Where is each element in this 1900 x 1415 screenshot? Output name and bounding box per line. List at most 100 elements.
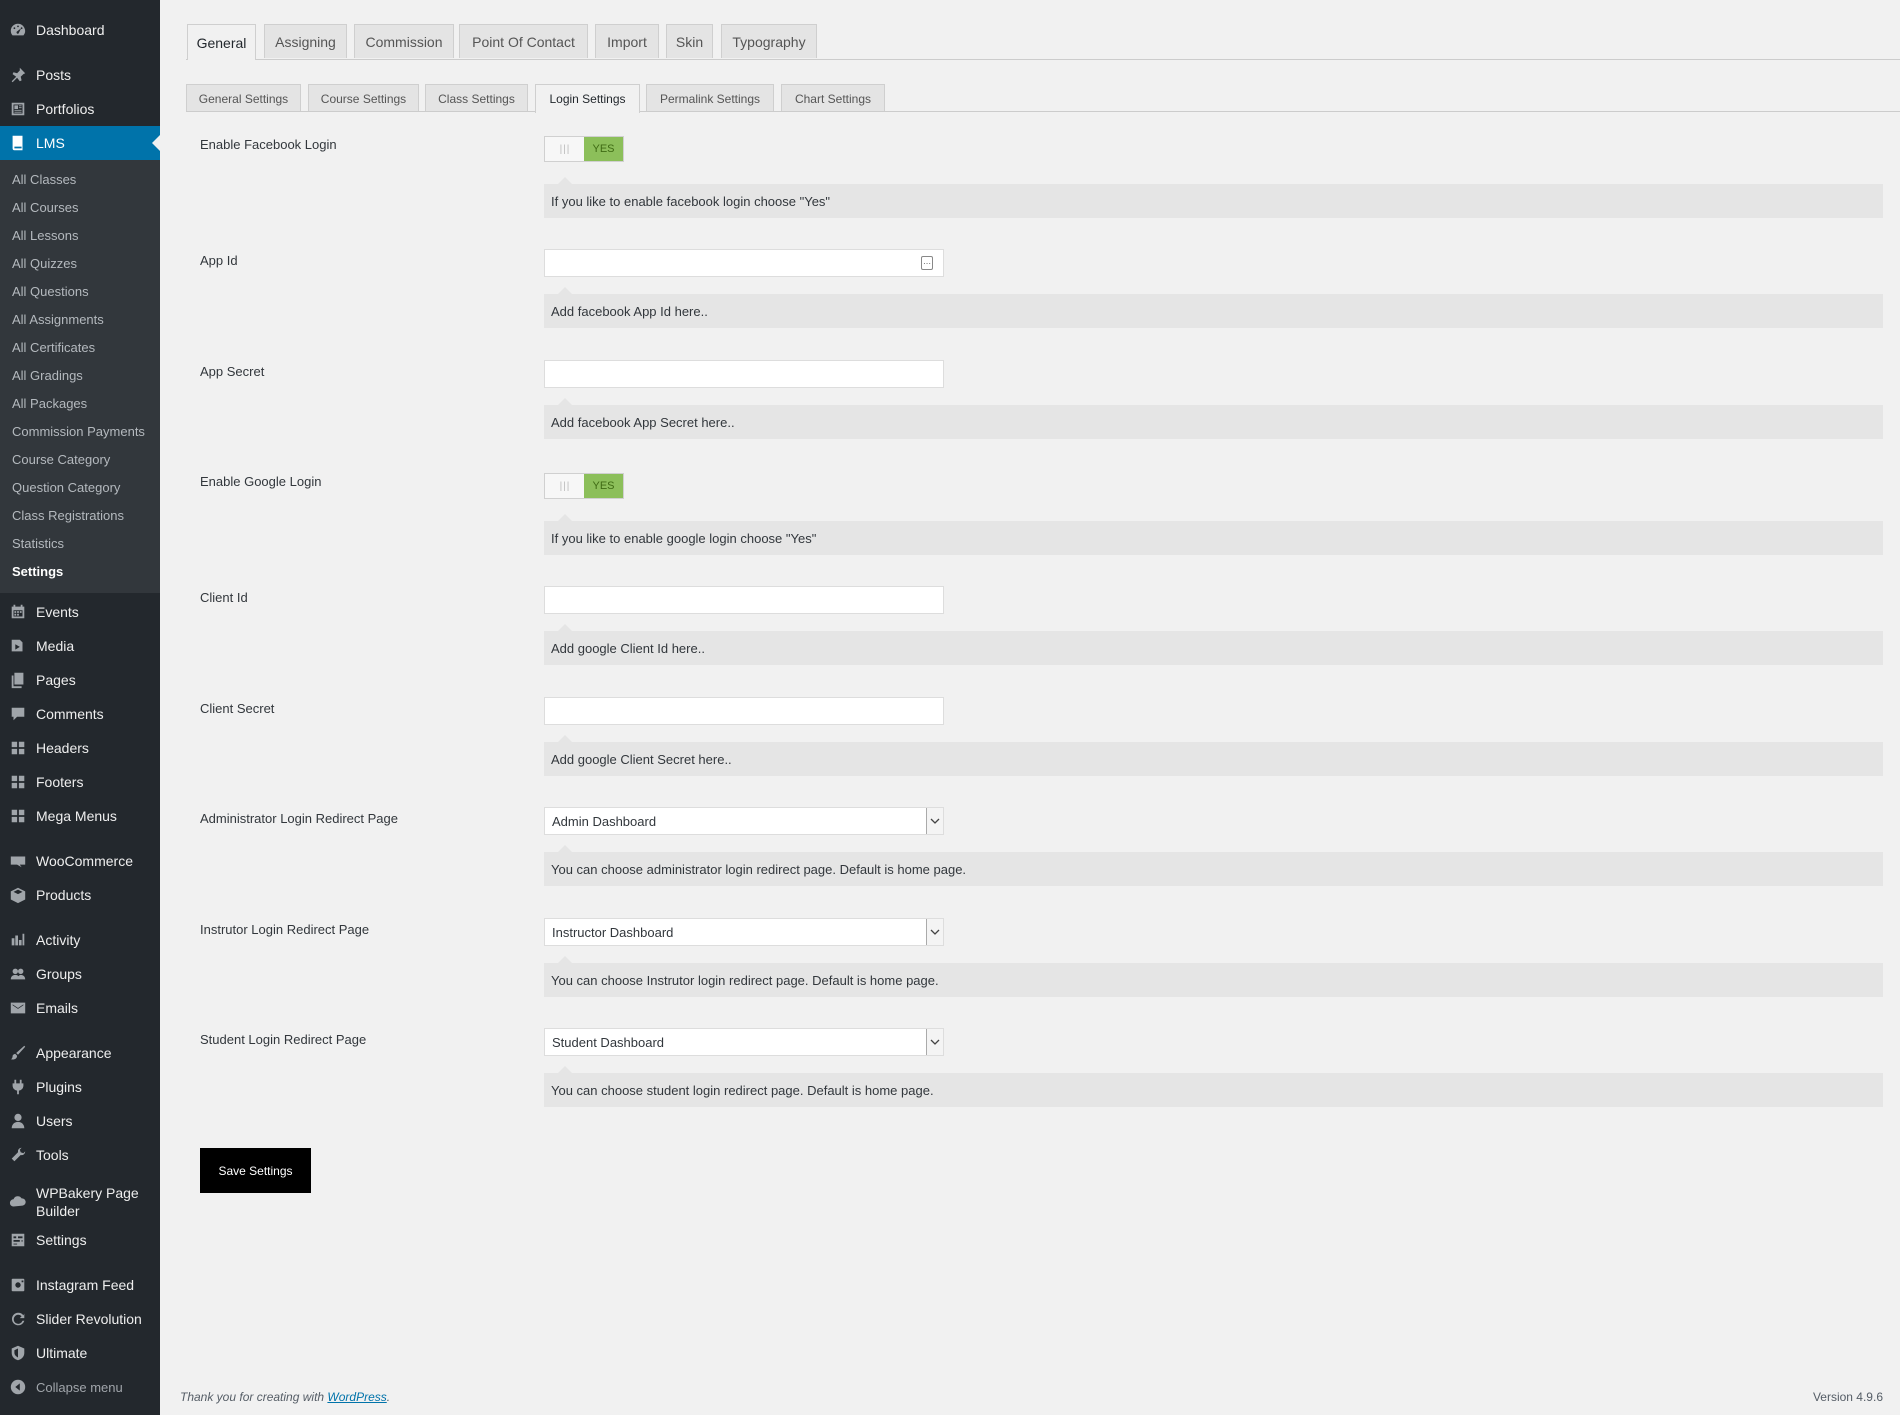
app-id-input[interactable] [544,249,944,277]
admin-redirect-select[interactable]: Admin Dashboard [544,807,944,835]
save-settings-button[interactable]: Save Settings [200,1148,311,1193]
wordpress-link[interactable]: WordPress [327,1390,386,1404]
instructor-redirect-select[interactable]: Instructor Dashboard [544,918,944,946]
tab-assigning[interactable]: Assigning [264,24,347,58]
student-redirect-label: Student Login Redirect Page [200,1032,367,1047]
client-secret-input[interactable] [544,697,944,725]
menu-posts[interactable]: Posts [0,58,160,92]
menu-media[interactable]: Media [0,629,160,663]
chevron-down-icon[interactable] [926,919,943,945]
toggle-grip: ||| [545,137,586,161]
admin-redirect-description: You can choose administrator login redir… [544,845,1883,886]
menu-activity[interactable]: Activity [0,923,160,957]
submenu-all-quizzes[interactable]: All Quizzes [12,254,77,274]
submenu-all-courses[interactable]: All Courses [12,198,78,218]
menu-slider-revolution[interactable]: Slider Revolution [0,1302,160,1336]
app-secret-input[interactable] [544,360,944,388]
google-login-toggle[interactable]: ||| YES [544,473,624,499]
chevron-down-icon[interactable] [926,1029,943,1055]
submenu-all-questions[interactable]: All Questions [12,282,89,302]
google-login-description: If you like to enable google login choos… [544,514,1883,555]
plug-icon [0,1078,36,1096]
subtab-class-settings[interactable]: Class Settings [425,84,528,112]
menu-users[interactable]: Users [0,1104,160,1138]
submenu-course-category[interactable]: Course Category [12,450,110,470]
menu-dashboard[interactable]: Dashboard [0,13,160,47]
tab-typography[interactable]: Typography [721,24,817,58]
version-label: Version 4.9.6 [1812,1390,1883,1404]
menu-groups[interactable]: Groups [0,957,160,991]
subtab-chart-settings[interactable]: Chart Settings [781,84,885,112]
submenu-class-registrations[interactable]: Class Registrations [12,506,124,526]
menu-lms[interactable]: LMS [0,126,160,160]
tab-general[interactable]: General [187,24,256,60]
menu-appearance[interactable]: Appearance [0,1036,160,1070]
subtab-course-settings[interactable]: Course Settings [308,84,419,112]
menu-pages[interactable]: Pages [0,663,160,697]
submenu-all-classes[interactable]: All Classes [12,170,76,190]
comment-icon [0,705,36,723]
menu-label: Plugins [36,1079,82,1095]
tab-commission[interactable]: Commission [354,24,454,58]
footer-thanks-suffix: . [386,1390,391,1404]
menu-label: Pages [36,672,76,688]
facebook-login-toggle[interactable]: ||| YES [544,136,624,162]
tabs-divider [186,59,1900,60]
menu-plugins[interactable]: Plugins [0,1070,160,1104]
menu-woocommerce[interactable]: WooCommerce [0,844,160,878]
menu-ultimate[interactable]: Ultimate [0,1336,160,1370]
menu-comments[interactable]: Comments [0,697,160,731]
user-icon [0,1112,36,1130]
menu-tools[interactable]: Tools [0,1138,160,1172]
book-icon [0,134,36,152]
menu-label: Portfolios [36,101,95,117]
dashboard-icon [0,21,36,39]
menu-label: Appearance [36,1045,112,1061]
mail-icon [0,999,36,1017]
menu-mega-menus[interactable]: Mega Menus [0,799,160,833]
tab-skin[interactable]: Skin [666,24,713,58]
menu-label: Users [36,1113,73,1129]
submenu-all-packages[interactable]: All Packages [12,394,87,414]
submenu-commission-payments[interactable]: Commission Payments [12,422,145,442]
submenu-statistics[interactable]: Statistics [12,534,64,554]
footer-thanks: Thank you for creating with WordPress. [180,1390,390,1404]
menu-emails[interactable]: Emails [0,991,160,1025]
subtab-general-settings[interactable]: General Settings [186,84,301,112]
menu-label: Mega Menus [36,808,117,824]
menu-footers[interactable]: Footers [0,765,160,799]
menu-label: WooCommerce [36,853,133,869]
toggle-state: YES [584,137,623,161]
menu-events[interactable]: Events [0,595,160,629]
student-redirect-select[interactable]: Student Dashboard [544,1028,944,1056]
submenu-all-assignments[interactable]: All Assignments [12,310,104,330]
submenu-settings[interactable]: Settings [12,562,63,582]
instructor-redirect-description: You can choose Instrutor login redirect … [544,956,1883,997]
password-manager-icon[interactable]: ⋯ [921,256,933,270]
subtab-permalink-settings[interactable]: Permalink Settings [646,84,774,112]
tab-import[interactable]: Import [595,24,659,58]
menu-products[interactable]: Products [0,878,160,912]
google-login-label: Enable Google Login [200,474,322,489]
menu-portfolios[interactable]: Portfolios [0,92,160,126]
menu-headers[interactable]: Headers [0,731,160,765]
menu-label: LMS [36,135,65,151]
menu-instagram-feed[interactable]: Instagram Feed [0,1268,160,1302]
app-secret-description: Add facebook App Secret here.. [544,398,1883,439]
submenu-all-lessons[interactable]: All Lessons [12,226,78,246]
menu-wpbakery[interactable]: WPBakery Page Builder [0,1180,160,1224]
tab-point-of-contact[interactable]: Point Of Contact [459,24,588,58]
selected-value: Student Dashboard [552,1034,665,1050]
menu-settings[interactable]: Settings [0,1223,160,1257]
grid-icon [0,739,36,757]
client-id-input[interactable] [544,586,944,614]
chevron-down-icon[interactable] [926,808,943,834]
calendar-icon [0,603,36,621]
collapse-menu-button[interactable]: Collapse menu [0,1370,160,1404]
submenu-all-certificates[interactable]: All Certificates [12,338,95,358]
subtab-login-settings[interactable]: Login Settings [535,84,640,113]
submenu-all-gradings[interactable]: All Gradings [12,366,83,386]
instructor-redirect-label: Instrutor Login Redirect Page [200,922,370,937]
submenu-question-category[interactable]: Question Category [12,478,120,498]
woo-icon [0,852,36,870]
